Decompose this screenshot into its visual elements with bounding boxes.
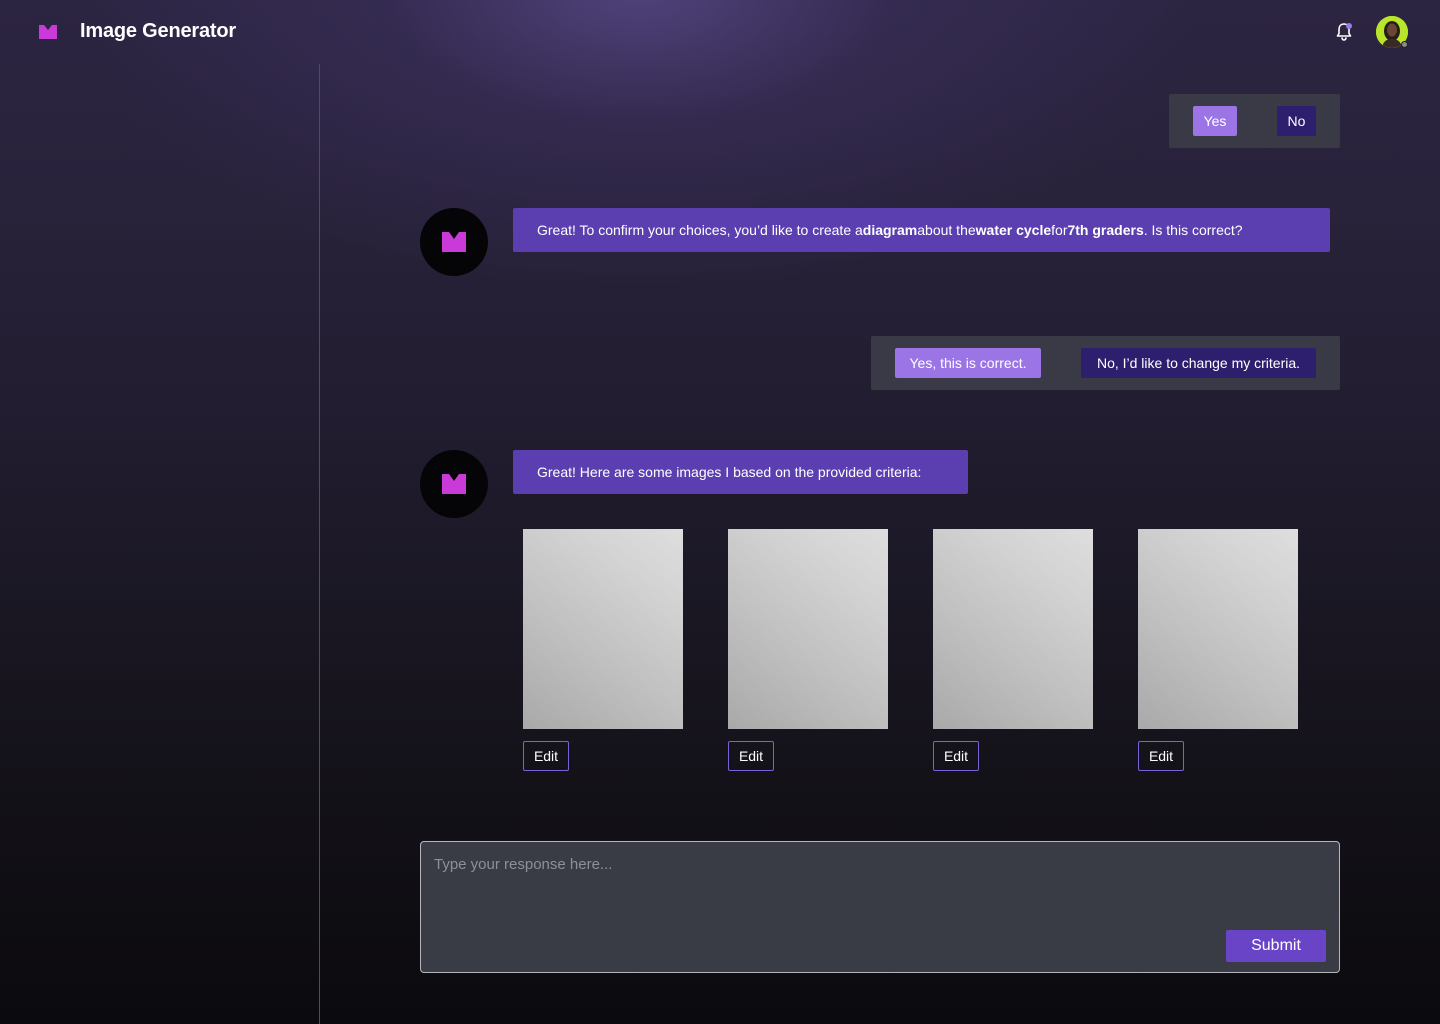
status-indicator bbox=[1401, 41, 1408, 48]
message-audience: 7th graders bbox=[1067, 222, 1144, 238]
edit-button[interactable]: Edit bbox=[728, 741, 774, 771]
message-text-suffix: . Is this correct? bbox=[1143, 222, 1243, 238]
message-text-middle: for bbox=[1051, 222, 1068, 238]
response-input[interactable] bbox=[434, 856, 1194, 896]
message-type: diagram bbox=[862, 222, 918, 238]
message-text-middle: about the bbox=[917, 222, 976, 238]
notification-dot bbox=[1346, 23, 1352, 29]
generated-image[interactable] bbox=[933, 529, 1093, 729]
edit-button[interactable]: Edit bbox=[933, 741, 979, 771]
confirm-correct-button[interactable]: Yes, this is correct. bbox=[895, 348, 1041, 378]
submit-button[interactable]: Submit bbox=[1226, 930, 1326, 962]
message-topic: water cycle bbox=[975, 222, 1052, 238]
app-header: Image Generator bbox=[0, 0, 1440, 64]
m-logo-icon bbox=[442, 232, 466, 252]
message-text-prefix: Great! To confirm your choices, you’d li… bbox=[537, 222, 863, 238]
generated-image[interactable] bbox=[1138, 529, 1298, 729]
edit-button[interactable]: Edit bbox=[1138, 741, 1184, 771]
options-panel-yes-no: Yes No bbox=[1169, 94, 1340, 148]
edit-button[interactable]: Edit bbox=[523, 741, 569, 771]
options-panel-confirm: Yes, this is correct. No, I’d like to ch… bbox=[871, 336, 1340, 390]
generated-image[interactable] bbox=[523, 529, 683, 729]
no-button[interactable]: No bbox=[1277, 106, 1316, 136]
generated-image[interactable] bbox=[728, 529, 888, 729]
m-logo-icon bbox=[442, 474, 466, 494]
m-logo-icon[interactable] bbox=[32, 16, 64, 48]
bot-avatar bbox=[420, 450, 488, 518]
sidebar-divider bbox=[319, 64, 320, 1024]
response-composer: Submit bbox=[420, 841, 1340, 973]
change-criteria-button[interactable]: No, I’d like to change my criteria. bbox=[1081, 348, 1316, 378]
app-title: Image Generator bbox=[80, 20, 236, 42]
yes-button[interactable]: Yes bbox=[1193, 106, 1237, 136]
bot-avatar bbox=[420, 208, 488, 276]
bot-message-results: Great! Here are some images I based on t… bbox=[513, 450, 968, 494]
bot-message-confirm: Great! To confirm your choices, you’d li… bbox=[513, 208, 1330, 252]
